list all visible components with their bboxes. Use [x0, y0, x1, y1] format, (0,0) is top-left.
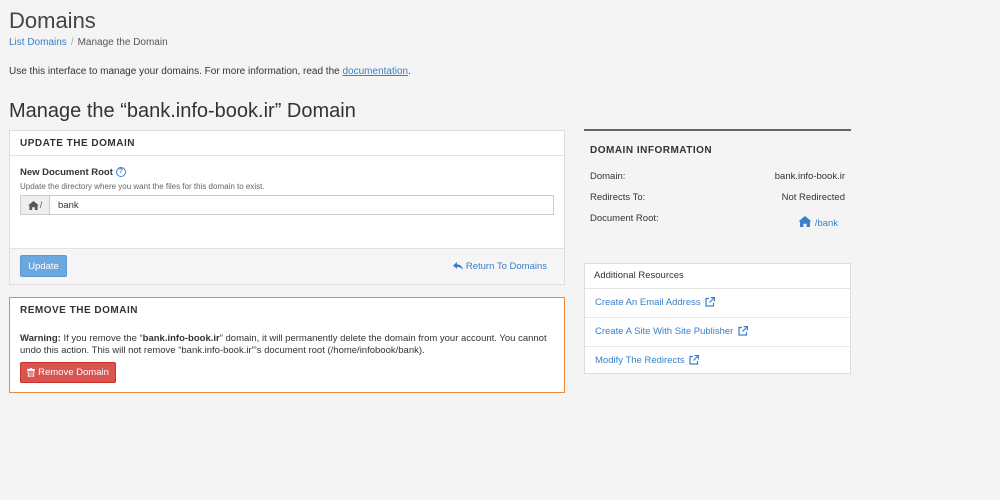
external-link-icon: [705, 297, 716, 308]
document-root-input-group: /: [20, 195, 554, 215]
remove-warning: Warning: If you remove the “bank.info-bo…: [20, 333, 547, 356]
breadcrumb-list-domains[interactable]: List Domains: [9, 37, 67, 48]
update-button[interactable]: Update: [20, 255, 67, 277]
home-prefix: /: [21, 196, 50, 214]
update-domain-heading: UPDATE THE DOMAIN: [10, 131, 564, 156]
redirects-value: Not Redirected: [781, 192, 845, 203]
return-to-domains-link[interactable]: Return To Domains: [453, 261, 547, 272]
breadcrumb: List Domains / Manage the Domain: [9, 37, 168, 48]
trash-icon: [27, 368, 36, 377]
breadcrumb-separator: /: [70, 37, 74, 48]
breadcrumb-current: Manage the Domain: [77, 37, 168, 48]
external-link-icon: [738, 326, 748, 337]
external-link-icon: [689, 355, 700, 366]
update-domain-panel: UPDATE THE DOMAIN New Document Root? Upd…: [9, 130, 565, 285]
document-root-input[interactable]: [50, 196, 553, 214]
home-icon: [27, 200, 39, 210]
additional-resources-panel: Additional Resources Create An Email Add…: [584, 263, 851, 374]
document-root-hint: Update the directory where you want the …: [20, 182, 265, 191]
return-arrow-icon: [453, 262, 464, 271]
info-row-domain: Domain: bank.info-book.ir: [590, 171, 845, 182]
documentation-link[interactable]: documentation: [343, 66, 409, 77]
site-publisher-link[interactable]: Create A Site With Site Publisher: [585, 318, 850, 347]
remove-domain-heading: REMOVE THE DOMAIN: [20, 305, 138, 316]
domain-value: bank.info-book.ir: [774, 171, 845, 182]
additional-resources-heading: Additional Resources: [585, 264, 850, 289]
home-icon: [798, 216, 812, 227]
document-root-label: New Document Root?: [20, 167, 126, 178]
domain-information-panel: DOMAIN INFORMATION Domain: bank.info-boo…: [584, 129, 851, 239]
create-email-link[interactable]: Create An Email Address: [585, 289, 850, 318]
page-title: Domains: [9, 8, 96, 33]
intro-text: Use this interface to manage your domain…: [9, 66, 411, 77]
modify-redirects-link[interactable]: Modify The Redirects: [585, 347, 850, 375]
update-panel-footer: Update Return To Domains: [10, 248, 564, 284]
info-row-redirects: Redirects To: Not Redirected: [590, 192, 845, 203]
remove-domain-panel: REMOVE THE DOMAIN Warning: If you remove…: [9, 297, 565, 393]
info-row-document-root: Document Root: /bank: [590, 213, 838, 229]
document-root-link[interactable]: /bank: [798, 216, 838, 229]
help-icon[interactable]: ?: [115, 167, 126, 178]
domain-information-heading: DOMAIN INFORMATION: [590, 145, 713, 156]
manage-domain-title: Manage the “bank.info-book.ir” Domain: [9, 100, 356, 122]
remove-domain-button[interactable]: Remove Domain: [20, 362, 116, 383]
